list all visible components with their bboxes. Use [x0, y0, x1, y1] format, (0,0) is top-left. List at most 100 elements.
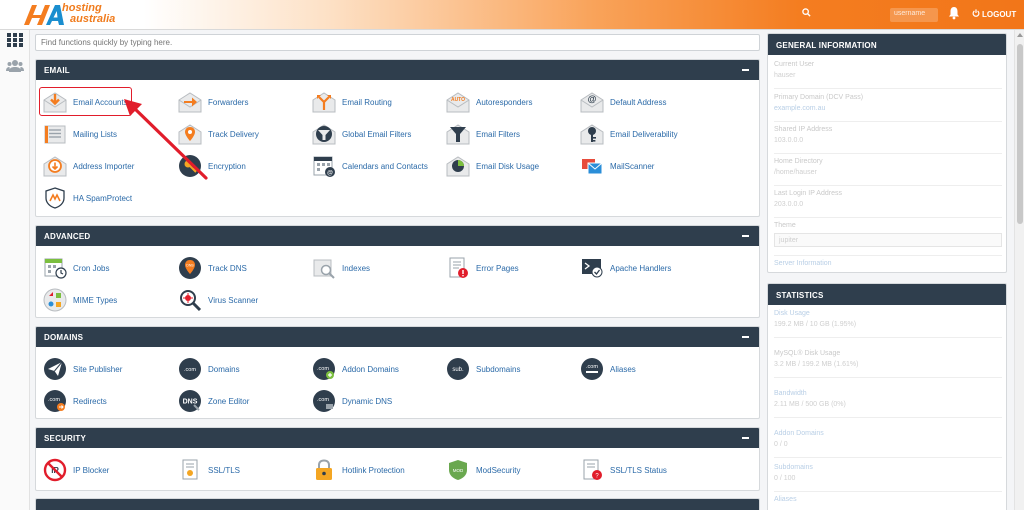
email-routing-link[interactable]: Email Routing [312, 90, 392, 114]
general-information-panel: GENERAL INFORMATION Current User hauser … [767, 33, 1007, 273]
scrollbar-thumb[interactable] [1017, 44, 1023, 224]
mailing-lists-link[interactable]: Mailing Lists [43, 122, 117, 146]
info-label: Home Directory [774, 158, 823, 165]
default-address-link[interactable]: @ Default Address [580, 90, 666, 114]
logout-button[interactable]: LOGOUT [972, 9, 1016, 19]
subdomains-link[interactable]: sub. Subdomains [446, 357, 520, 381]
cron-jobs-icon [44, 258, 67, 279]
item-label: SSL/TLS Status [610, 465, 667, 475]
hotlink-protection-link[interactable]: Hotlink Protection [312, 458, 405, 482]
spamprotect-icon [45, 187, 65, 209]
svg-text:@: @ [588, 94, 597, 104]
mailscanner-link[interactable]: MailScanner [580, 154, 654, 178]
global-email-filters-link[interactable]: Global Email Filters [312, 122, 411, 146]
info-row: Server Information [774, 260, 1002, 272]
ssl-status-icon: ? [583, 459, 602, 480]
svg-text:.com: .com [317, 397, 329, 403]
email-filters-link[interactable]: Email Filters [446, 122, 520, 146]
advanced-panel-header[interactable]: ADVANCED [36, 226, 759, 246]
function-search-input[interactable] [35, 34, 760, 51]
security-panel-header[interactable]: SECURITY [36, 428, 759, 448]
addon-domains-link[interactable]: .com Addon Domains [312, 357, 399, 381]
zone-editor-link[interactable]: DNS Zone Editor [178, 389, 249, 413]
ip-blocker-link[interactable]: IP IP Blocker [43, 458, 109, 482]
annotation-arrow-icon [124, 99, 208, 180]
email-filters-icon [446, 124, 470, 145]
svg-text:DNS: DNS [183, 399, 198, 406]
email-disk-usage-link[interactable]: Email Disk Usage [446, 154, 539, 178]
domains-panel: DOMAINS Site Publisher .com Domains .com… [35, 326, 760, 419]
calendars-and-contacts-link[interactable]: @ Calendars and Contacts [312, 154, 428, 178]
virus-scanner-icon [180, 290, 202, 312]
collapse-icon[interactable] [742, 336, 749, 338]
virus-scanner-link[interactable]: Virus Scanner [178, 288, 258, 312]
stat-label[interactable]: Addon Domains [774, 430, 824, 437]
site-publisher-link[interactable]: Site Publisher [43, 357, 122, 381]
theme-select[interactable]: jupiter [774, 233, 1002, 247]
brand-logo[interactable]: hosting australia [22, 3, 142, 27]
collapse-icon[interactable] [742, 437, 749, 439]
stat-value: 0 / 0 [774, 441, 788, 448]
search-icon [802, 8, 811, 20]
mime-types-link[interactable]: MIME Types [43, 288, 117, 312]
svg-text:sub.: sub. [452, 367, 464, 373]
calendar-icon: @ [313, 156, 335, 177]
next-panel-header[interactable] [36, 499, 759, 510]
item-label: Aliases [610, 364, 636, 374]
statistics-panel: STATISTICS Disk Usage 199.2 MB / 10 GB (… [767, 283, 1007, 510]
email-deliverability-link[interactable]: Email Deliverability [580, 122, 678, 146]
domains-panel-header[interactable]: DOMAINS [36, 327, 759, 347]
item-label: Autoresponders [476, 97, 533, 107]
server-information-link[interactable]: Server Information [774, 260, 832, 267]
ssl-tls-status-link[interactable]: ? SSL/TLS Status [580, 458, 667, 482]
email-accounts-highlight [39, 87, 132, 116]
collapse-icon[interactable] [742, 235, 749, 237]
item-label: Cron Jobs [73, 263, 110, 273]
domains-link[interactable]: .com Domains [178, 357, 240, 381]
item-label: ModSecurity [476, 465, 521, 475]
collapse-icon[interactable] [742, 69, 749, 71]
stat-label: MySQL® Disk Usage [774, 350, 841, 357]
stat-row: Bandwidth 2.11 MB / 500 GB (0%) [774, 390, 1002, 418]
item-label: Mailing Lists [73, 129, 118, 139]
svg-text:.com: .com [317, 366, 329, 372]
stat-row: Aliases [774, 496, 1002, 510]
site-publisher-icon [44, 358, 66, 380]
stat-label[interactable]: Aliases [774, 496, 797, 503]
info-row: Theme jupiter [774, 222, 1002, 256]
info-value[interactable]: example.com.au [774, 105, 825, 112]
apache-handlers-link[interactable]: Apache Handlers [580, 256, 671, 280]
stat-label[interactable]: Bandwidth [774, 390, 807, 397]
user-menu[interactable]: username [890, 8, 938, 22]
svg-text:MOD: MOD [453, 468, 464, 473]
svg-text:DNS: DNS [186, 264, 194, 268]
ssl-tls-link[interactable]: SSL/TLS [178, 458, 240, 482]
page-scrollbar[interactable] [1014, 30, 1024, 510]
grid-icon[interactable] [6, 32, 24, 48]
autoresponders-link[interactable]: AUTO Autoresponders [446, 90, 532, 114]
modsecurity-link[interactable]: MOD ModSecurity [446, 458, 520, 482]
header-search[interactable] [800, 8, 870, 22]
bell-icon[interactable] [948, 6, 960, 20]
info-label: Current User [774, 61, 815, 68]
indexes-link[interactable]: Indexes [312, 256, 370, 280]
error-pages-link[interactable]: Error Pages [446, 256, 519, 280]
info-row: Primary Domain (DCV Pass) example.com.au [774, 94, 1002, 122]
scroll-up-icon[interactable] [1017, 33, 1023, 37]
dynamic-dns-link[interactable]: .com Dynamic DNS [312, 389, 392, 413]
item-label: Domains [208, 364, 240, 374]
item-label: Email Filters [476, 129, 521, 139]
item-label: MailScanner [610, 161, 655, 171]
track-dns-link[interactable]: DNS Track DNS [178, 256, 247, 280]
item-label: Track Delivery [208, 129, 259, 139]
zone-editor-icon: DNS [179, 390, 201, 412]
aliases-link[interactable]: .com Aliases [580, 357, 636, 381]
redirects-link[interactable]: .com Redirects [43, 389, 107, 413]
stat-label[interactable]: Disk Usage [774, 310, 810, 317]
svg-text:AUTO: AUTO [451, 97, 465, 103]
ha-spamprotect-link[interactable]: HA SpamProtect [43, 186, 132, 210]
users-icon[interactable] [6, 58, 24, 74]
email-panel-header[interactable]: EMAIL [36, 60, 759, 80]
cron-jobs-link[interactable]: Cron Jobs [43, 256, 109, 280]
stat-label[interactable]: Subdomains [774, 464, 813, 471]
